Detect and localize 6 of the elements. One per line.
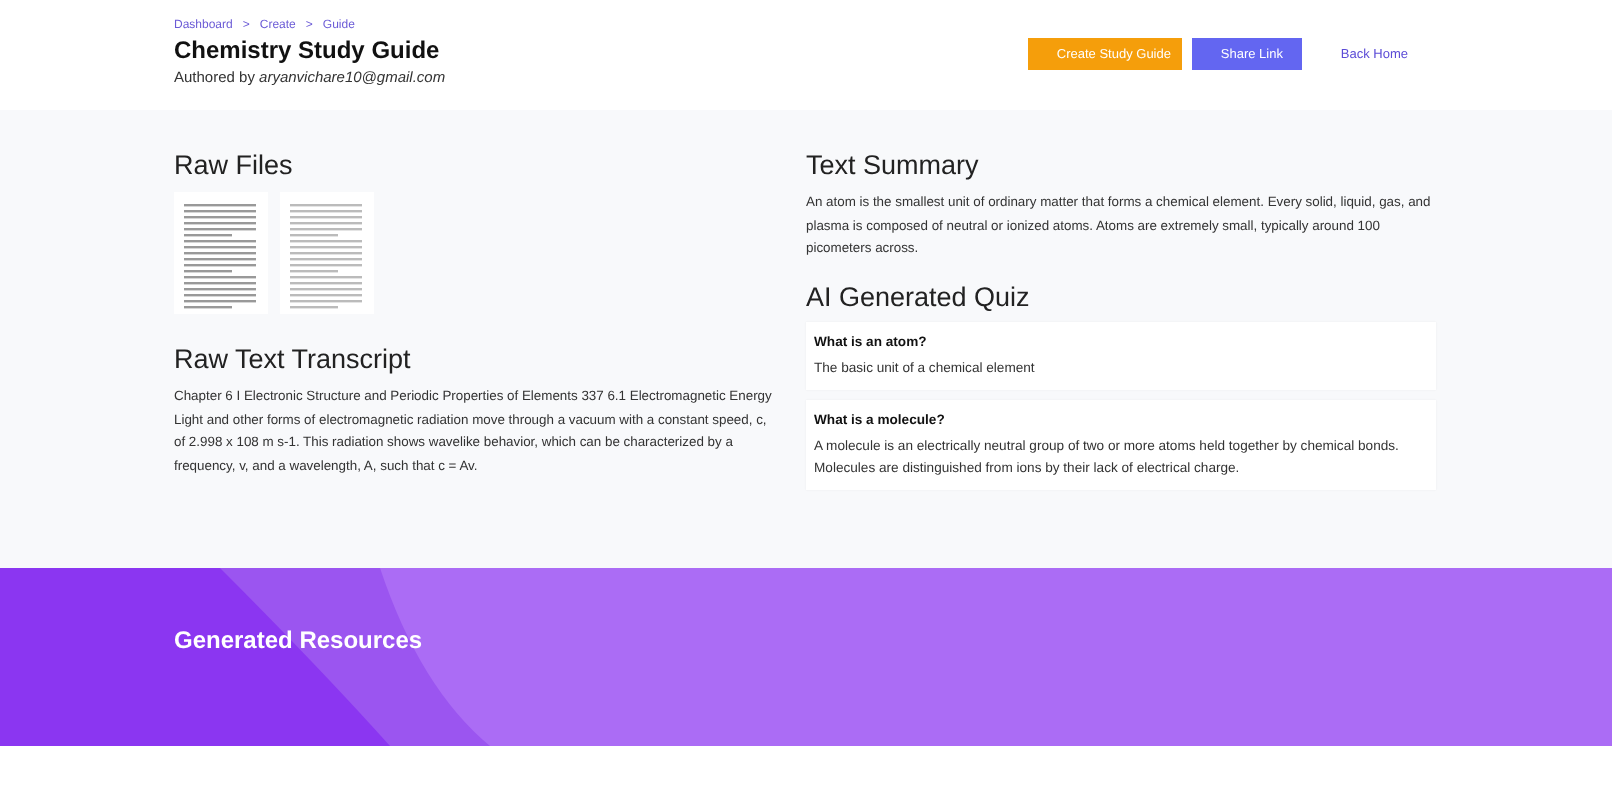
banner-title: Generated Resources: [174, 626, 425, 654]
page-title: Chemistry Study Guide: [174, 36, 442, 64]
section-heading: Raw Files: [174, 150, 295, 180]
section-heading: AI Generated Quiz: [806, 281, 1032, 311]
section-heading: Text Summary: [806, 150, 981, 180]
section-heading: Raw Text Transcript: [174, 344, 413, 374]
